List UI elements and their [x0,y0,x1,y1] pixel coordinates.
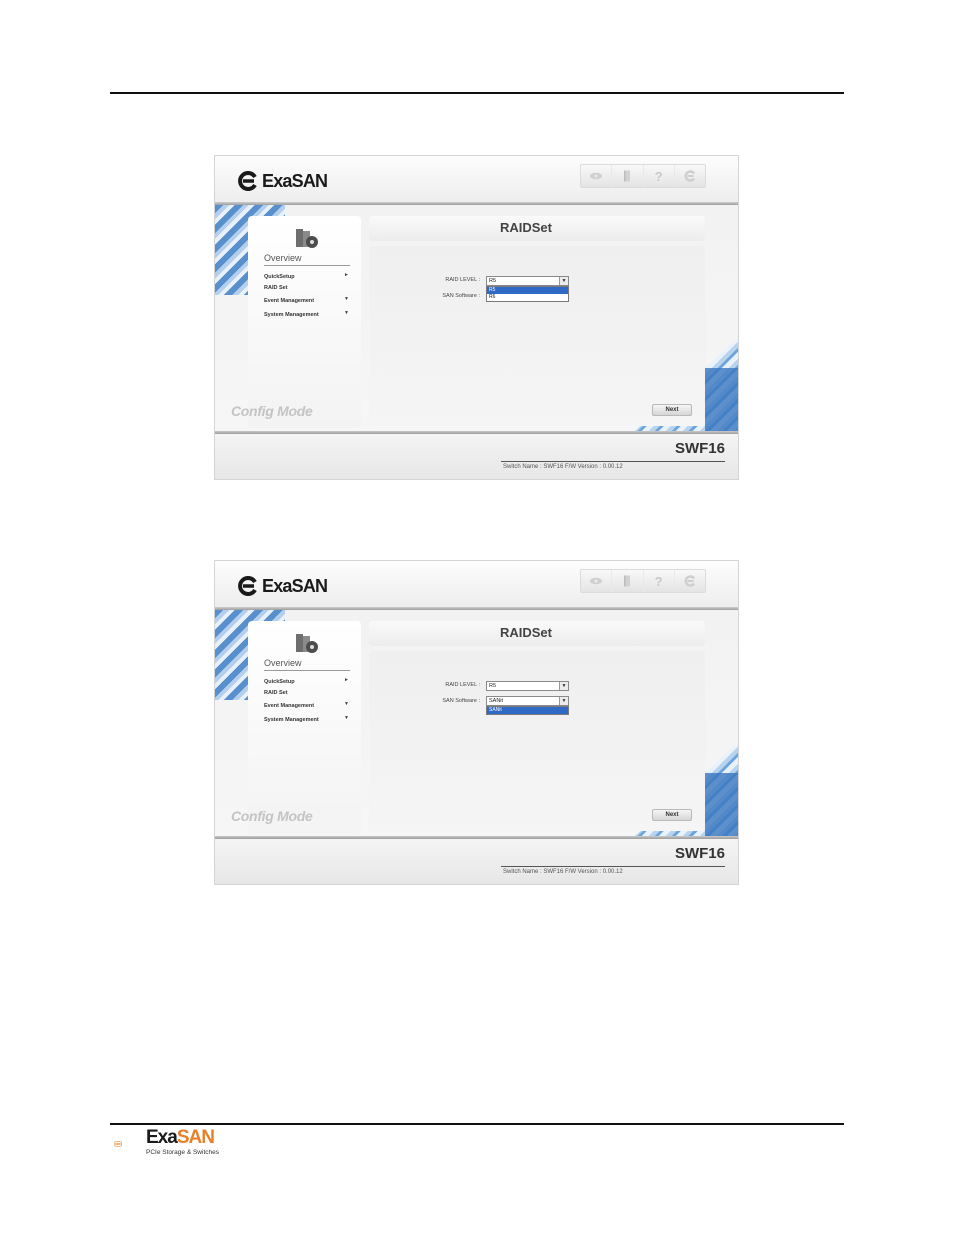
dropdown-option[interactable]: R5 [487,287,568,294]
toolbar-icons: ? [580,569,706,593]
arrow-right-icon: ► [344,677,349,683]
arrow-down-icon: ▼ [344,310,349,316]
model-name: SWF16 [674,440,725,457]
page-title: RAIDSet [499,220,552,235]
dropdown-arrow-icon[interactable]: ▼ [559,682,568,690]
header-rule [110,92,844,94]
raid-level-dropdown-list: R5 R6 [486,286,569,302]
overview-label: Overview [264,253,302,263]
dropdown-arrow-icon[interactable]: ▼ [559,697,568,705]
dropdown-option[interactable]: R6 [487,294,568,301]
raid-level-label: RAID LEVEL : [445,277,480,283]
overview-label: Overview [264,658,302,668]
arrow-down-icon: ▼ [344,701,349,707]
san-software-select[interactable]: SANit ▼ [486,696,569,706]
toolbar-icons: ? [580,164,706,188]
nav-event-management[interactable]: Event Management [264,298,314,304]
nav-quicksetup[interactable]: QuickSetup [264,679,295,685]
dropdown-option[interactable]: SANit [487,707,568,714]
footer-tagline: PCIe Storage & Switches [146,1149,219,1156]
mode-label: Config Mode [231,403,313,419]
exasan-logo-icon [238,576,257,596]
san-software-dropdown-list: SANit [486,706,569,715]
overview-icon [296,634,318,653]
arrow-down-icon: ▼ [344,715,349,721]
screenshot-raid-level-dropdown: ExaSAN ? Overview QuickSetup ► RAID Set … [214,155,739,480]
nav-raid-set[interactable]: RAID Set [264,285,288,291]
next-button[interactable]: Next [652,404,692,416]
model-name: SWF16 [674,845,725,862]
nav-system-management[interactable]: System Management [264,312,319,318]
next-button[interactable]: Next [652,809,692,821]
san-software-label: SAN Software : [442,698,480,704]
raid-level-select[interactable]: R5 ▼ [486,276,569,286]
nav-quicksetup[interactable]: QuickSetup [264,274,295,280]
eye-icon[interactable] [581,570,613,592]
content-panel [369,651,705,831]
exasan-logo-icon [238,171,257,191]
mode-label: Config Mode [231,808,313,824]
exasan-icon[interactable] [675,570,705,592]
switch-info: Switch Name : SWF16 F/W Version : 0.00.1… [503,869,623,875]
switch-info: Switch Name : SWF16 F/W Version : 0.00.1… [503,464,623,470]
page-title: RAIDSet [499,625,552,640]
eye-icon[interactable] [581,165,613,187]
arrow-down-icon: ▼ [344,296,349,302]
help-icon[interactable]: ? [644,165,675,187]
dropdown-arrow-icon[interactable]: ▼ [559,277,568,285]
exasan-logo: ExaSAN [237,170,328,192]
san-software-label: SAN Software : [442,293,480,299]
footer-brand: ExaSAN [146,1127,215,1148]
exasan-logo: ExaSAN [237,575,328,597]
overview-icon [296,229,318,248]
exasan-footer-logo-icon [114,1141,122,1147]
exasan-icon[interactable] [675,165,705,187]
screenshot-san-software-dropdown: ExaSAN ? Overview QuickSetup ► RAID Set … [214,560,739,885]
book-icon[interactable] [612,165,644,187]
raid-level-select[interactable]: R5 ▼ [486,681,569,691]
nav-raid-set[interactable]: RAID Set [264,690,288,696]
content-panel [369,246,705,426]
raid-level-label: RAID LEVEL : [445,682,480,688]
nav-system-management[interactable]: System Management [264,717,319,723]
nav-event-management[interactable]: Event Management [264,703,314,709]
footer-rule [110,1123,844,1125]
book-icon[interactable] [612,570,644,592]
arrow-right-icon: ► [344,272,349,278]
help-icon[interactable]: ? [644,570,675,592]
